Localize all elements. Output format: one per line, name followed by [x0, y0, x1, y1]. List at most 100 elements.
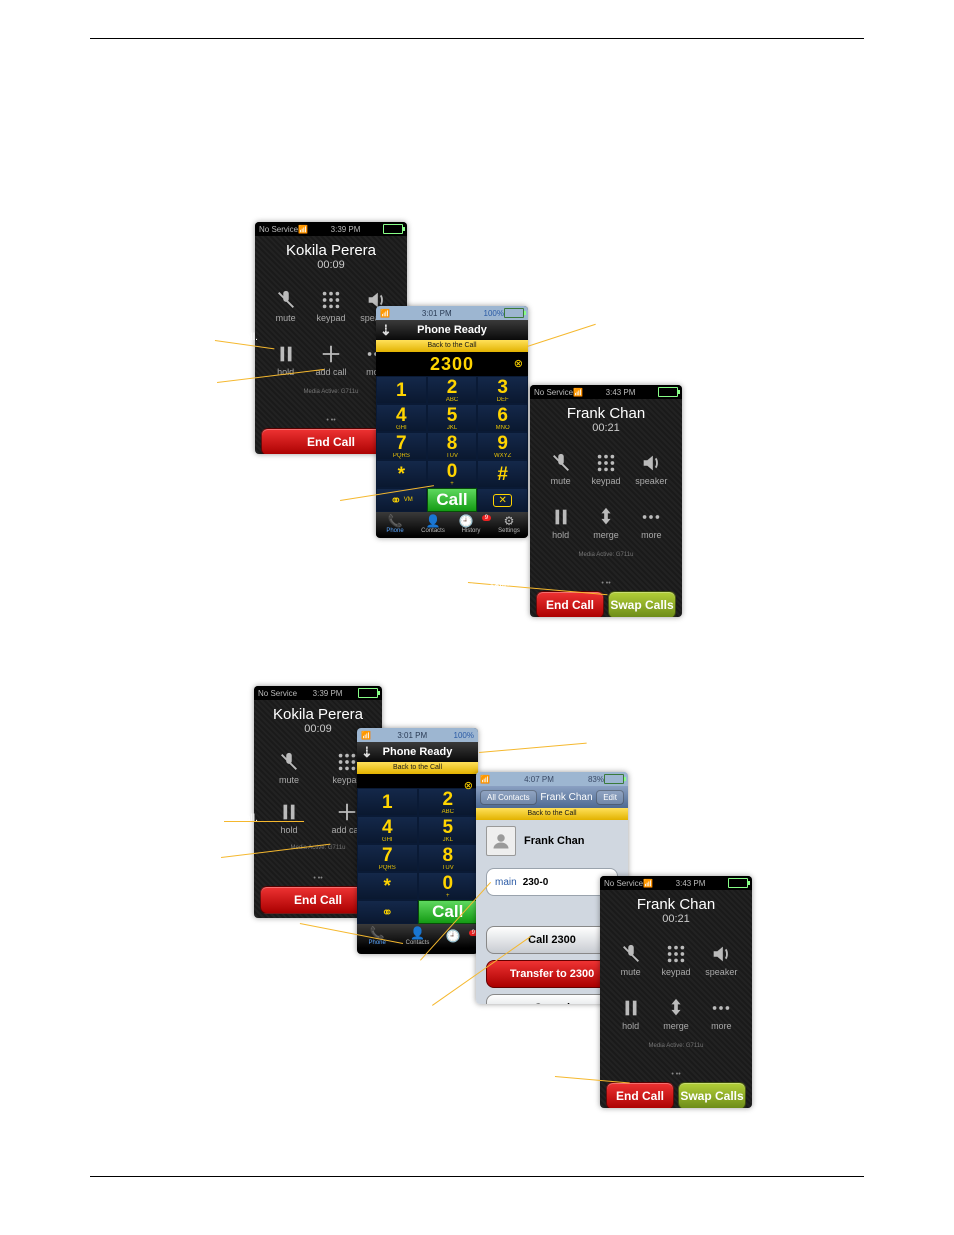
hold-button[interactable]: hold	[608, 987, 653, 1041]
mute-icon	[278, 751, 300, 773]
hold-button[interactable]: hold	[260, 793, 318, 843]
plus-icon	[336, 801, 358, 823]
more-button[interactable]: more	[699, 987, 744, 1041]
signal-icon: 📶	[480, 775, 490, 784]
battery-icon	[504, 308, 524, 318]
back-to-call-banner[interactable]: Back to the Call	[476, 808, 628, 820]
keypad-button[interactable]: keypad	[583, 442, 628, 496]
avatar-icon	[486, 826, 516, 856]
tab-phone[interactable]: 📞Phone	[357, 924, 397, 948]
key-2[interactable]: 2ABC	[427, 376, 478, 404]
contact-action-transfer[interactable]: Transfer to 2300	[486, 960, 618, 988]
top-rule	[90, 38, 864, 39]
speaker-button[interactable]: speaker	[699, 933, 744, 987]
keypad-button[interactable]: keypad	[308, 279, 353, 333]
more-button[interactable]: more	[629, 496, 674, 550]
number-value: 230-0	[523, 877, 549, 888]
tab-settings[interactable]: ⚙Settings	[490, 512, 528, 536]
clear-number-button[interactable]: ⊗	[514, 357, 523, 370]
key-7[interactable]: 7PQRS	[357, 844, 418, 872]
tab-contacts[interactable]: 👤Contacts	[414, 512, 452, 536]
pause-icon	[620, 997, 642, 1019]
voicemail-icon: ⚭	[390, 492, 402, 509]
dialer-title-bar: ⇣ Phone Ready	[376, 320, 528, 340]
key-8[interactable]: 8TUV	[418, 844, 479, 872]
key-5[interactable]: 5JKL	[418, 816, 479, 844]
key-hash[interactable]: #	[477, 460, 528, 488]
tab-phone[interactable]: 📞Phone	[376, 512, 414, 536]
page-dots: • ••	[530, 580, 682, 587]
caller-name: Kokila Perera	[254, 700, 382, 723]
hold-button[interactable]: hold	[263, 333, 308, 387]
voicemail-button[interactable]: ⚭ VM	[376, 488, 427, 512]
dialer-title: Phone Ready	[417, 324, 487, 336]
tab-history[interactable]: 🕘9	[438, 924, 478, 948]
speaker-button[interactable]: speaker	[629, 442, 674, 496]
annot-b-add-call: To place a second call, tap add call.	[100, 813, 258, 824]
key-8[interactable]: 8TUV	[427, 432, 478, 460]
back-to-call-banner[interactable]: Back to the Call	[357, 762, 478, 774]
key-4[interactable]: 4GHI	[357, 816, 418, 844]
swap-calls-button[interactable]: Swap Calls	[608, 591, 676, 617]
back-to-call-banner[interactable]: Back to the Call	[376, 340, 528, 352]
hold-label: hold	[277, 367, 294, 377]
mute-button[interactable]: mute	[608, 933, 653, 987]
key-1[interactable]: 1	[376, 376, 427, 404]
key-star[interactable]: *	[376, 460, 427, 488]
end-call-button[interactable]: End Call	[606, 1082, 674, 1108]
phone-icon: 📞	[370, 927, 385, 939]
mute-label: mute	[276, 313, 296, 323]
leader-b-phoneready	[479, 743, 587, 753]
clear-number-button[interactable]: ⊗	[464, 779, 473, 792]
section-heading-1: Placing a Second Call	[92, 60, 862, 75]
dialer-title: Phone Ready	[383, 746, 453, 758]
keypad-button[interactable]: keypad	[653, 933, 698, 987]
contact-name: Frank Chan	[524, 835, 585, 847]
end-call-button[interactable]: End Call	[536, 591, 604, 617]
add-call-button[interactable]: add call	[308, 333, 353, 387]
key-9[interactable]: 9WXYZ	[477, 432, 528, 460]
backspace-button[interactable]: ✕	[477, 488, 528, 512]
call-duration: 00:21	[530, 422, 682, 440]
key-1[interactable]: 1	[357, 788, 418, 816]
contacts-icon: 👤	[426, 515, 441, 527]
mute-button[interactable]: mute	[260, 743, 318, 793]
call-button[interactable]: Call	[418, 900, 479, 924]
key-3[interactable]: 3DEF	[477, 376, 528, 404]
section-subhead-2: Using the Contacts Tab	[92, 640, 862, 655]
battery-icon	[604, 774, 624, 784]
queue-icon[interactable]: ⇣	[361, 744, 373, 761]
mute-button[interactable]: mute	[263, 279, 308, 333]
dialer-screen-top: 📶 3:01 PM 100% ⇣ Phone Ready Back to the…	[376, 306, 528, 538]
merge-icon	[665, 997, 687, 1019]
voicemail-button[interactable]: ⚭	[357, 900, 418, 924]
key-6[interactable]: 6MNO	[477, 404, 528, 432]
key-0[interactable]: 0+	[418, 872, 479, 900]
key-4[interactable]: 4GHI	[376, 404, 427, 432]
key-5[interactable]: 5JKL	[427, 404, 478, 432]
swap-calls-button[interactable]: Swap Calls	[678, 1082, 746, 1108]
merge-button[interactable]: merge	[653, 987, 698, 1041]
section-subhead-1: Using the Dialpad	[92, 160, 862, 175]
hold-button[interactable]: hold	[538, 496, 583, 550]
call-controls: mute keypad speaker hold merge more	[530, 440, 682, 552]
contact-number-cell[interactable]: main 230-0	[486, 868, 618, 896]
key-7[interactable]: 7PQRS	[376, 432, 427, 460]
contact-action-cancel[interactable]: Cancel	[486, 994, 618, 1004]
carrier-label: No Service	[259, 225, 298, 234]
queue-icon[interactable]: ⇣	[380, 322, 392, 339]
nav-edit-button[interactable]: Edit	[596, 790, 624, 805]
key-star[interactable]: *	[357, 872, 418, 900]
call-button[interactable]: Call	[427, 488, 478, 512]
merge-button[interactable]: merge	[583, 496, 628, 550]
tab-history[interactable]: 🕘9History	[452, 512, 490, 536]
contact-action-call[interactable]: Call 2300	[486, 926, 618, 954]
battery-icon	[383, 224, 403, 234]
status-bar: 📶 4:07 PM 83%	[476, 772, 628, 786]
battery-label: 100%	[484, 309, 504, 318]
key-2[interactable]: 2ABC	[418, 788, 479, 816]
nav-back-button[interactable]: All Contacts	[480, 790, 537, 805]
tab-contacts[interactable]: 👤Contacts	[397, 924, 437, 948]
mute-button[interactable]: mute	[538, 442, 583, 496]
key-0[interactable]: 0+	[427, 460, 478, 488]
